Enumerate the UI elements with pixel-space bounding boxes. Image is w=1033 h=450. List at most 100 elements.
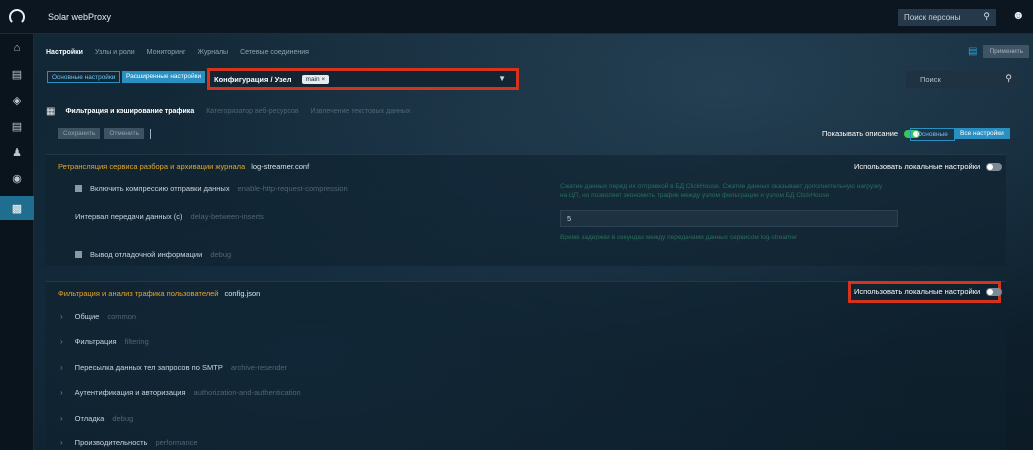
section-key: authorization-and-authentication bbox=[193, 388, 301, 397]
panel-header: Ретрансляция сервиса разбора и архивации… bbox=[58, 162, 309, 171]
chevron-right-icon: › bbox=[60, 312, 63, 321]
chevron-right-icon: › bbox=[60, 363, 63, 372]
subtab-text-extraction[interactable]: Извлечение текстовых данных bbox=[311, 108, 411, 115]
config-node-selector[interactable]: Конфигурация / Узел main × ▼ bbox=[207, 68, 519, 90]
settings-search-input[interactable]: Поиск ⚲ bbox=[906, 71, 1018, 88]
chart-icon: ▤ bbox=[11, 120, 23, 133]
compression-description-line: на ЦП, но позволяет экономить трафик меж… bbox=[560, 192, 830, 199]
person-search-input[interactable]: Поиск персоны ⚲ bbox=[898, 9, 996, 26]
section-label: Фильтрация bbox=[74, 337, 117, 346]
apply-button[interactable]: Применить bbox=[983, 45, 1030, 58]
setting-label: Включить компрессию отправки данных bbox=[90, 184, 230, 193]
setting-key: delay-between-inserts bbox=[190, 212, 264, 221]
config-label: Конфигурация / Узел bbox=[214, 74, 292, 84]
sidebar-item-network[interactable]: ◉ bbox=[0, 166, 34, 190]
app-logo[interactable] bbox=[0, 0, 34, 34]
local-settings-group: Использовать локальные настройки bbox=[854, 162, 1003, 171]
section-archive-resender[interactable]: › Пересылка данных тел запросов по SMTP … bbox=[60, 363, 287, 372]
compression-description-line: Сжатие данных перед их отправкой в БД Cl… bbox=[560, 183, 883, 190]
node-chip-main[interactable]: main × bbox=[301, 74, 330, 84]
interval-description: Время задержки в секундах между передача… bbox=[560, 234, 798, 241]
setting-row-compression: Включить компрессию отправки данных enab… bbox=[75, 184, 348, 193]
cancel-button[interactable]: Отменить bbox=[104, 128, 145, 139]
section-common[interactable]: › Общие common bbox=[60, 312, 136, 321]
panel-header: Фильтрация и анализ трафика пользователе… bbox=[58, 289, 260, 298]
sidebar-item-cards[interactable]: ▤ bbox=[0, 62, 34, 86]
panel-file: log-streamer.conf bbox=[251, 162, 310, 171]
chevron-right-icon: › bbox=[60, 388, 63, 397]
setting-row-interval: Интервал передачи данных (с) delay-betwe… bbox=[75, 212, 264, 221]
globe-icon: ◉ bbox=[12, 172, 22, 185]
grid-icon[interactable]: ▦ bbox=[46, 106, 55, 117]
subtab-categorizer[interactable]: Категоризатор веб-ресурсов bbox=[206, 108, 298, 115]
section-debug[interactable]: › Отладка debug bbox=[60, 414, 133, 423]
setting-key: debug bbox=[210, 250, 232, 259]
document-icon[interactable]: ▤ bbox=[968, 46, 977, 57]
section-label: Общие bbox=[74, 312, 100, 321]
sidebar-item-settings[interactable]: ▩ bbox=[0, 196, 34, 220]
setting-row-debug: Вывод отладочной информации debug bbox=[75, 250, 231, 259]
segment-all-settings[interactable]: Все настройки bbox=[954, 128, 1010, 139]
home-icon: ⌂ bbox=[13, 42, 21, 54]
local-settings-toggle[interactable] bbox=[986, 287, 1003, 296]
panel-title: Ретрансляция сервиса разбора и архивации… bbox=[58, 162, 246, 171]
setting-label: Вывод отладочной информации bbox=[90, 250, 203, 259]
local-settings-group: Использовать локальные настройки bbox=[854, 287, 1003, 296]
tab-network-connections[interactable]: Сетевые соединения bbox=[240, 49, 309, 56]
compression-description: Сжатие данных перед их отправкой в БД Cl… bbox=[560, 182, 882, 200]
sidebar-item-home[interactable]: ⌂ bbox=[0, 36, 34, 60]
toolbar-divider bbox=[150, 128, 152, 139]
person-search-placeholder: Поиск персоны bbox=[904, 13, 961, 22]
search-icon[interactable]: ⚲ bbox=[983, 11, 990, 22]
sidebar-item-reports[interactable]: ▤ bbox=[0, 114, 34, 138]
users-icon: ♟ bbox=[12, 146, 22, 159]
section-authorization[interactable]: › Аутентификация и авторизация authoriza… bbox=[60, 388, 301, 397]
section-performance[interactable]: › Производительность performance bbox=[60, 438, 198, 447]
tab-logs[interactable]: Журналы bbox=[198, 49, 229, 56]
user-menu-icon[interactable]: ☻ bbox=[1012, 8, 1025, 22]
section-key: debug bbox=[112, 414, 134, 423]
chevron-right-icon: › bbox=[60, 438, 63, 447]
checkbox-debug[interactable] bbox=[75, 251, 82, 258]
shield-icon: ◈ bbox=[12, 94, 22, 107]
interval-value: 5 bbox=[567, 214, 572, 223]
section-key: common bbox=[107, 312, 137, 321]
interval-input[interactable]: 5 bbox=[560, 210, 898, 227]
chevron-right-icon: › bbox=[60, 337, 63, 346]
basic-settings-button[interactable]: Основные настройки bbox=[47, 71, 121, 83]
subtab-traffic-filtering[interactable]: Фильтрация и кэширование трафика bbox=[65, 108, 194, 115]
local-settings-label: Использовать локальные настройки bbox=[854, 287, 981, 296]
search-icon[interactable]: ⚲ bbox=[1005, 73, 1012, 84]
settings-search-placeholder: Поиск bbox=[920, 75, 941, 84]
settings-doc-icon: ▩ bbox=[11, 202, 23, 215]
segment-basic[interactable]: Основные bbox=[910, 128, 955, 141]
section-label: Производительность bbox=[74, 438, 148, 447]
id-card-icon: ▤ bbox=[11, 68, 23, 81]
sidebar-item-users[interactable]: ♟ bbox=[0, 140, 34, 164]
advanced-settings-button[interactable]: Расширенные настройки bbox=[122, 71, 206, 83]
show-description-label: Показывать описание bbox=[822, 129, 899, 138]
tab-nodes-roles[interactable]: Узлы и роли bbox=[95, 49, 135, 56]
setting-key: enable-http-request-compression bbox=[237, 184, 348, 193]
panel-title: Фильтрация и анализ трафика пользователе… bbox=[58, 289, 219, 298]
checkbox-compression[interactable] bbox=[75, 185, 82, 192]
caret-down-icon[interactable]: ▼ bbox=[498, 74, 506, 83]
apply-group: ▤ Применить bbox=[968, 45, 1030, 58]
section-label: Пересылка данных тел запросов по SMTP bbox=[74, 363, 223, 372]
toolbar: Сохранить Отменить bbox=[58, 128, 152, 139]
section-key: performance bbox=[155, 438, 198, 447]
section-label: Аутентификация и авторизация bbox=[74, 388, 186, 397]
sidebar-item-security[interactable]: ◈ bbox=[0, 88, 34, 112]
tab-monitoring[interactable]: Мониторинг bbox=[147, 49, 186, 56]
tab-settings[interactable]: Настройки bbox=[46, 49, 83, 56]
section-filtering[interactable]: › Фильтрация filtering bbox=[60, 337, 149, 346]
local-settings-toggle[interactable] bbox=[986, 162, 1003, 171]
logo-ring-icon bbox=[9, 8, 25, 25]
app-title: Solar webProxy bbox=[48, 11, 112, 22]
top-bar: Solar webProxy bbox=[0, 0, 1033, 34]
subtabs: ▦ Фильтрация и кэширование трафика Катег… bbox=[46, 103, 422, 119]
save-button[interactable]: Сохранить bbox=[58, 128, 101, 139]
section-key: archive-resender bbox=[230, 363, 288, 372]
toggle-knob bbox=[987, 288, 994, 295]
sidebar: ⌂ ▤ ◈ ▤ ♟ ◉ ▩ bbox=[0, 34, 34, 450]
